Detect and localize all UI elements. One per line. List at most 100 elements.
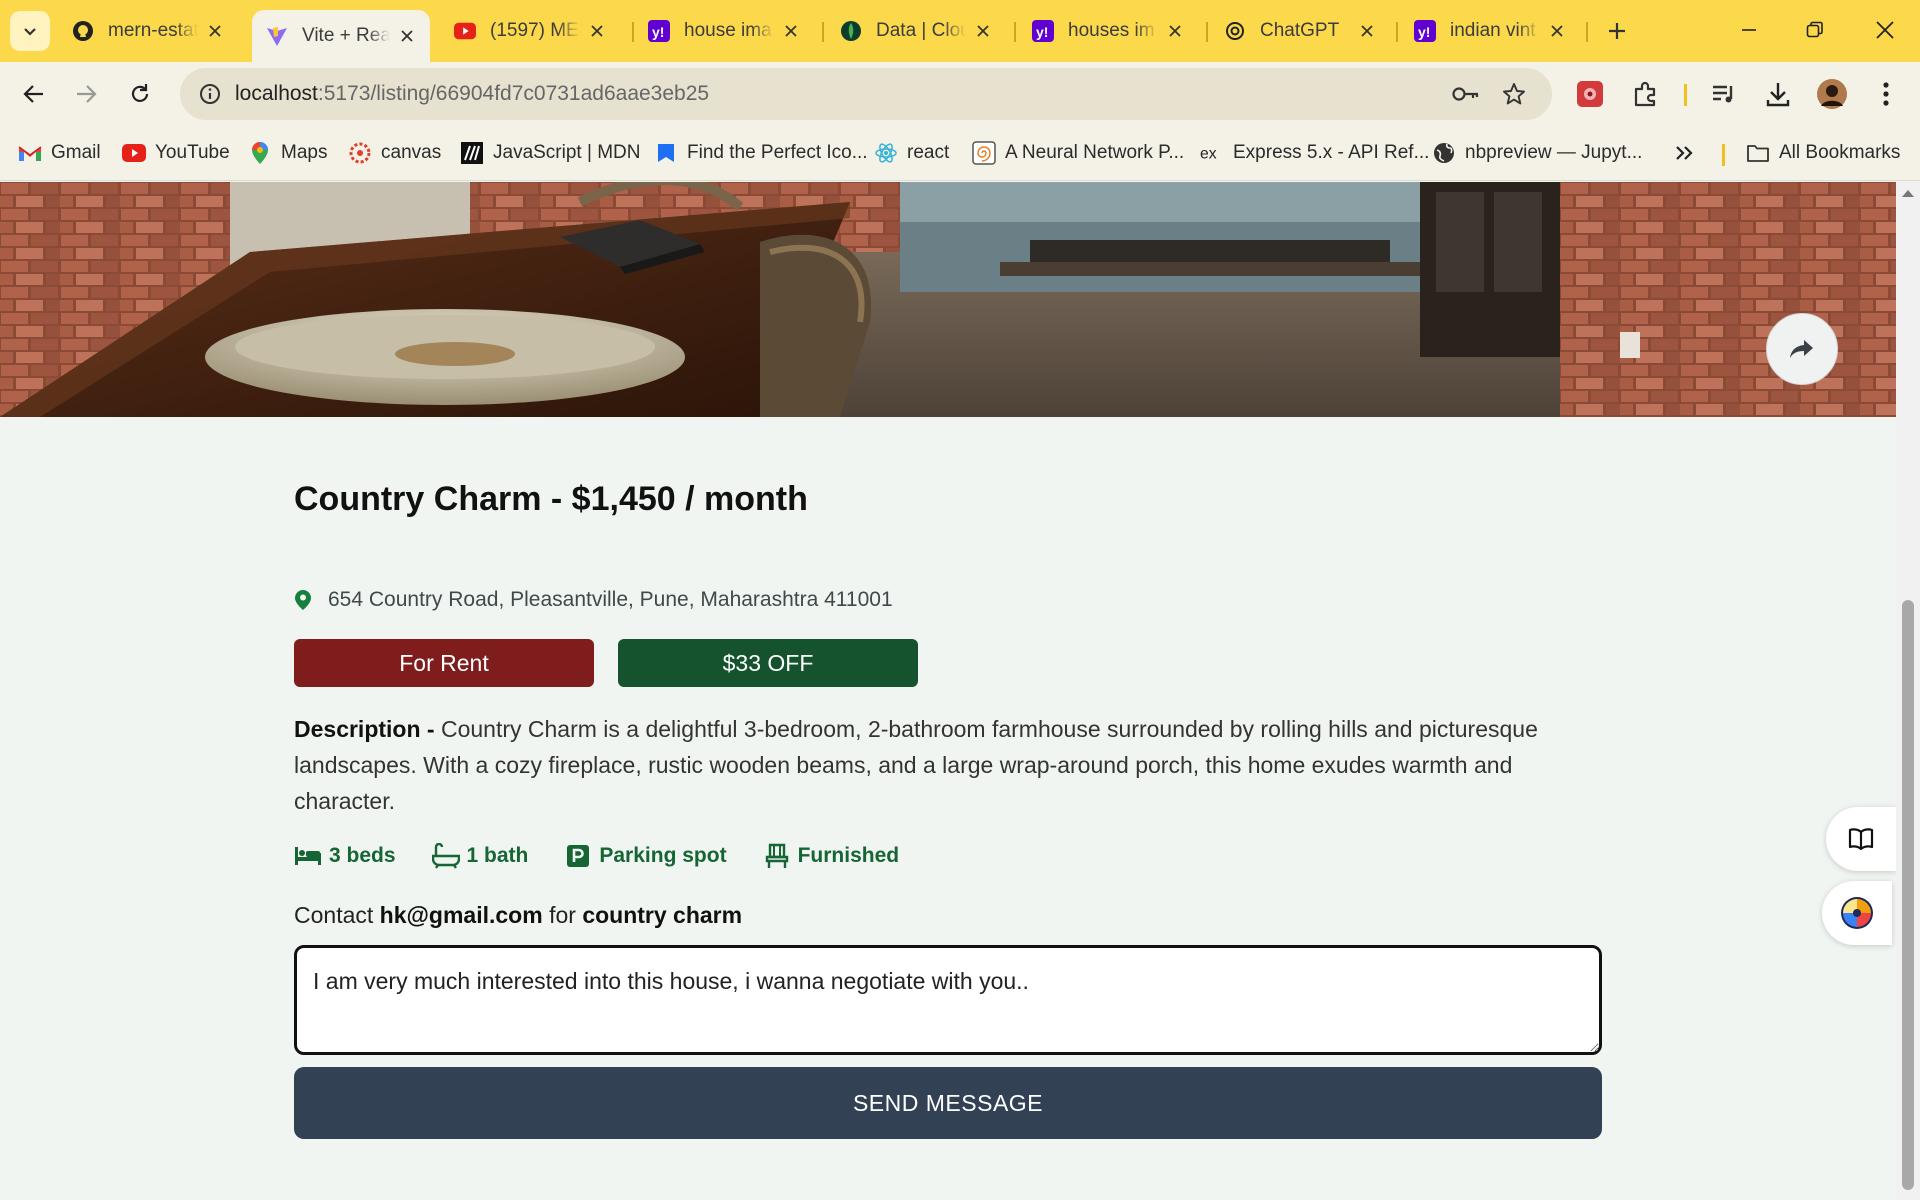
close-icon[interactable] [1356,20,1378,42]
tab[interactable]: Data | Clou [826,10,1006,52]
send-message-button[interactable]: SEND MESSAGE [294,1067,1602,1139]
tab-separator [1206,22,1208,42]
folder-icon [1746,141,1770,165]
listing-description: Description - Country Charm is a delight… [294,711,1602,819]
bookmark-react[interactable]: react [874,138,949,168]
back-button[interactable] [12,72,56,116]
color-picker-extension-button[interactable] [1822,881,1892,945]
tab-active[interactable]: Vite + Rea [252,10,430,62]
kebab-menu-icon[interactable] [1866,74,1906,114]
bookmark-find-icon[interactable]: Find the Perfect Ico... [654,138,868,168]
close-window-button[interactable] [1858,8,1912,52]
contact-prefix: Contact [294,902,380,928]
address-text: 654 Country Road, Pleasantville, Pune, M… [328,588,893,611]
discount-badge: $33 OFF [618,639,918,687]
bookmark-label: A Neural Network P... [1005,142,1185,163]
close-icon[interactable] [780,20,802,42]
star-icon[interactable] [1498,78,1530,110]
close-icon[interactable] [586,20,608,42]
address-bar[interactable]: localhost:5173/listing/66904fd7c0731ad6a… [180,68,1552,120]
tab[interactable]: ChatGPT [1210,10,1390,52]
scroll-up-arrow[interactable] [1902,190,1914,197]
bookmark-label: canvas [381,142,442,163]
bookmark-youtube[interactable]: YouTube [122,138,230,168]
chair-icon [763,842,791,870]
page-scrollbar[interactable] [1896,182,1920,1200]
close-icon[interactable] [1164,20,1186,42]
svg-text:y!: y! [652,24,664,40]
chatgpt-icon [1224,20,1246,42]
tab-title: ChatGPT [1260,20,1340,41]
contact-line: Contact hk@gmail.com for country charm [294,902,742,929]
site-info-icon[interactable] [194,78,226,110]
tab[interactable]: y! house ima [634,10,814,52]
svg-text:y!: y! [1036,24,1048,40]
bookmark-nbpreview[interactable]: nbpreview — Jupyt... [1432,138,1642,168]
feature-parking: Parking spot [564,842,727,870]
url-path: :5173/listing/66904fd7c0731ad6aae3eb25 [317,82,710,105]
arrow-left-icon [23,85,43,103]
new-tab-button[interactable] [1598,12,1636,50]
contact-middle: for [542,902,583,928]
close-icon[interactable] [972,20,994,42]
minimize-button[interactable] [1722,8,1776,52]
message-textarea[interactable]: I am very much interested into this hous… [294,945,1602,1055]
landlord-email: hk@gmail.com [379,902,543,928]
scrollbar-thumb[interactable] [1902,600,1914,1190]
tab-separator [1014,22,1016,42]
tab[interactable]: y! indian vint [1400,10,1580,52]
restore-button[interactable] [1788,8,1842,52]
map-pin-icon [294,588,314,612]
bookmark-maps[interactable]: Maps [248,138,327,168]
mongodb-icon [840,20,862,42]
close-icon[interactable] [204,20,226,42]
feature-label: Furnished [797,844,900,867]
tab[interactable]: (1597) MER [440,10,620,52]
bookmark-neural-network[interactable]: A Neural Network P... [972,138,1184,168]
bookmark-label: nbpreview — Jupyt... [1465,142,1643,163]
reload-button[interactable] [118,72,162,116]
tab-title: mern-estat [108,20,198,41]
reading-mode-button[interactable] [1826,807,1896,871]
bookmark-label: react [907,142,950,163]
maps-icon [248,141,272,165]
express-icon: ex [1200,141,1224,165]
tab-separator [1396,22,1398,42]
bookmark-mdn[interactable]: JavaScript | MDN [460,138,640,168]
share-button[interactable] [1766,313,1838,385]
close-icon[interactable] [396,25,418,47]
listing-name: country charm [582,902,743,928]
minimize-icon [1742,29,1756,31]
bookmark-canvas[interactable]: canvas [348,138,441,168]
feature-label: 3 beds [329,844,396,867]
tab-title: indian vint [1450,20,1536,41]
forward-button[interactable] [64,72,108,116]
password-key-icon[interactable] [1450,78,1482,110]
all-bookmarks-button[interactable]: All Bookmarks [1746,138,1900,168]
more-bookmarks-button[interactable] [1674,138,1694,168]
bookmark-separator [1722,144,1725,166]
tab[interactable]: y! houses im [1018,10,1198,52]
tab-title: (1597) MER [490,20,580,41]
download-icon[interactable] [1758,74,1798,114]
svg-text:y!: y! [1418,24,1430,40]
globe-icon [1432,141,1456,165]
feature-label: Parking spot [599,844,727,867]
url-text: localhost:5173/listing/66904fd7c0731ad6a… [235,82,709,106]
close-icon[interactable] [1546,20,1568,42]
tab[interactable]: mern-estat [58,10,238,52]
extension-icon[interactable] [1570,74,1610,114]
double-chevron-right-icon [1676,146,1693,160]
puzzle-icon[interactable] [1626,74,1666,114]
bookmark-label: Maps [281,142,328,163]
youtube-icon [454,20,476,42]
profile-avatar[interactable] [1812,74,1852,114]
bookmark-gmail[interactable]: Gmail [18,138,101,168]
restore-icon [1806,21,1823,38]
media-control-icon[interactable] [1704,74,1744,114]
bookmark-label: All Bookmarks [1779,142,1901,163]
tab-title: Vite + Rea [302,25,390,46]
bookmark-express[interactable]: ex Express 5.x - API Ref... [1200,138,1429,168]
bath-icon [431,842,460,870]
tab-search-button[interactable] [10,11,50,51]
